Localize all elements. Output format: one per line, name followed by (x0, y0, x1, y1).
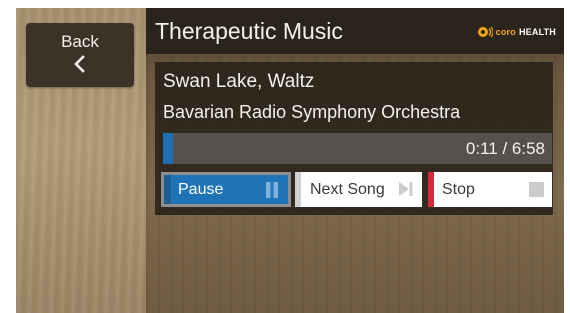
brand-text: coro HEALTH (496, 27, 556, 37)
pause-button[interactable]: Pause (161, 172, 291, 207)
stop-button-label: Stop (442, 181, 475, 198)
progress-bar[interactable]: 0:11 / 6:58 (163, 133, 552, 164)
stop-icon (529, 182, 544, 197)
pause-button-label: Pause (178, 181, 224, 198)
stop-button-accent (428, 172, 434, 207)
next-song-button[interactable]: Next Song (295, 172, 422, 207)
main-panel: Therapeutic Music coro HEALTH Swan Lake, … (146, 8, 564, 313)
artist-name: Bavarian Radio Symphony Orchestra (163, 102, 461, 122)
next-song-button-label: Next Song (310, 181, 385, 198)
chevron-left-icon (74, 55, 85, 73)
brand-logo: coro HEALTH (477, 24, 556, 40)
back-button-label: Back (61, 32, 99, 51)
header-bar: Therapeutic Music coro HEALTH (146, 8, 564, 54)
now-playing-panel: Swan Lake, Waltz Bavarian Radio Symphony… (155, 62, 553, 215)
stop-button[interactable]: Stop (428, 172, 552, 207)
coro-health-logo-icon (477, 26, 493, 38)
back-button[interactable]: Back (26, 23, 134, 87)
brand-coro-text: coro (495, 27, 516, 37)
progress-bar-fill (163, 133, 174, 164)
left-panel: Back (16, 8, 146, 313)
page-title: Therapeutic Music (155, 18, 343, 44)
brand-health-text: HEALTH (518, 27, 556, 37)
pause-icon (266, 182, 278, 198)
song-title: Swan Lake, Waltz (163, 71, 315, 92)
time-display: 0:11 / 6:58 (465, 139, 545, 158)
pause-button-accent (164, 175, 171, 204)
next-song-button-accent (295, 172, 301, 207)
app-frame: Back Therapeutic Music coro HEALTH Swan L… (16, 8, 564, 313)
skip-next-icon (399, 182, 413, 196)
